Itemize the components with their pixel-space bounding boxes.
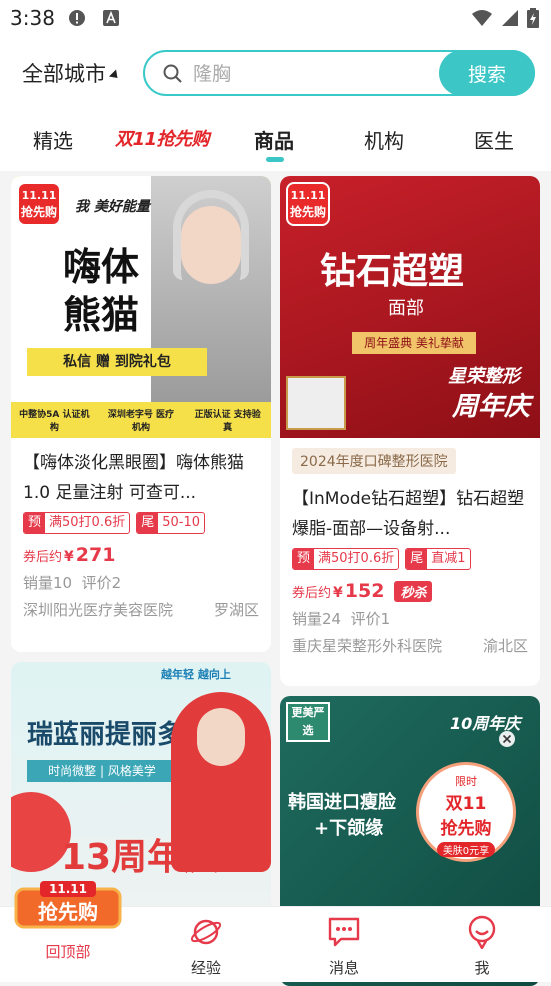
wifi-icon <box>472 10 492 26</box>
tab-institutions[interactable]: 机构 <box>364 125 404 154</box>
nav-back-to-top[interactable]: 回顶部 <box>28 937 108 962</box>
signal-icon <box>502 10 518 26</box>
active-tab-indicator <box>266 157 284 162</box>
selection-badge: 更美严选 <box>286 702 330 742</box>
caret-down-icon <box>108 68 122 82</box>
city-selector[interactable]: 全部城市 <box>22 58 122 88</box>
certificate-image <box>286 376 346 430</box>
tab-products[interactable]: 商品 <box>254 125 294 154</box>
banner-title: 钻石超塑 <box>320 251 465 292</box>
banner-strip: 私信 赠 到院礼包 <box>27 348 207 376</box>
search-header: 全部城市 搜索 <box>0 36 551 111</box>
promo-date: 11.11 <box>49 882 87 896</box>
search-icon <box>163 64 182 83</box>
price: 券后约 ¥152 秒杀 <box>280 570 540 602</box>
product-card[interactable]: 11.11 抢先购 钻石超塑 面部 周年盛典 美礼挚献 星荣整形 周年庆 2024… <box>280 176 540 686</box>
battery-icon <box>527 8 539 28</box>
close-icon[interactable] <box>498 730 516 748</box>
hospital-award-tag: 2024年度口碑整形医院 <box>292 448 456 474</box>
banner-brand: 星荣整形 <box>448 366 520 387</box>
seckill-badge: 秒杀 <box>394 581 433 602</box>
certification-strip: 中整协5A 认证机构 深圳老字号 医疗机构 正版认证 支持验真 <box>11 402 271 438</box>
search-input[interactable] <box>191 58 435 90</box>
banner-title-1: 嗨体 <box>63 245 140 289</box>
product-title: 【嗨体淡化黑眼圈】嗨体熊猫1.0 足量注射 可查可... <box>23 453 244 503</box>
city-label: 全部城市 <box>22 62 106 86</box>
nav-messages[interactable]: 消息 <box>304 915 384 978</box>
nav-profile[interactable]: 我 <box>442 915 522 978</box>
hospital-info: 重庆星荣整形外科医院 渝北区 <box>292 637 528 655</box>
planet-icon <box>190 919 222 945</box>
status-time: 3:38 <box>10 6 55 30</box>
category-tabs: 精选 双11抢先购 商品 机构 医生 <box>0 111 551 171</box>
status-right-icons <box>471 8 539 28</box>
banner-title: 韩国进口瘦脸 <box>288 792 396 813</box>
banner-slogan: 我 美好能量 <box>75 199 150 215</box>
sales-reviews: 销量10 评价2 <box>23 574 122 592</box>
banner-title-2: 熊猫 <box>63 293 140 337</box>
user-icon <box>468 915 496 951</box>
final-payment-tag: 尾 50-10 <box>136 512 206 534</box>
banner-slogan: 越年轻 越向上 <box>161 668 231 681</box>
product-title: 【InMode钻石超塑】钻石超塑爆脂-面部—设备射... <box>292 489 525 539</box>
search-box[interactable]: 搜索 <box>143 50 535 96</box>
search-button[interactable]: 搜索 <box>439 50 535 96</box>
final-payment-tag: 尾直减1 <box>405 548 471 570</box>
banner-subtitle: 面部 <box>388 298 424 319</box>
banner-strip: 周年盛典 美礼挚献 <box>352 332 476 354</box>
promo-circle[interactable]: 限时 双11 抢先购 美肤0元享 <box>416 762 516 862</box>
tab-double11[interactable]: 双11抢先购 <box>115 125 210 151</box>
promo-label: 抢先购 <box>38 900 98 924</box>
presale-tag: 预满50打0.6折 <box>292 548 400 570</box>
hospital-info: 深圳阳光医疗美容医院 罗湖区 <box>23 601 259 619</box>
price: 券后约 ¥271 <box>23 544 116 566</box>
nav-experience[interactable]: 经验 <box>166 915 246 978</box>
bottom-nav: 11.11 抢先购 回顶部 经验 消息 我 <box>0 881 551 982</box>
banner-anniversary: 13周年庆 <box>61 837 220 878</box>
tab-featured[interactable]: 精选 <box>33 125 73 154</box>
sales-reviews: 销量24 评价1 <box>292 610 391 628</box>
product-image: 11.11 抢先购 我 美好能量 嗨体 熊猫 私信 赠 到院礼包 中整协5A 认证… <box>11 176 271 438</box>
banner-title: 瑞蓝丽提丽多 <box>27 720 184 750</box>
banner-strip: 时尚微整 | 风格美学 <box>27 760 177 782</box>
product-image: 11.11 抢先购 钻石超塑 面部 周年盛典 美礼挚献 星荣整形 周年庆 <box>280 176 540 438</box>
product-card[interactable]: 11.11 抢先购 我 美好能量 嗨体 熊猫 私信 赠 到院礼包 中整协5A 认证… <box>11 176 271 652</box>
tab-doctors[interactable]: 医生 <box>474 125 514 154</box>
double11-badge: 11.11 抢先购 <box>286 182 330 226</box>
chat-bubble-icon <box>328 917 360 947</box>
text-notification-icon <box>103 10 119 26</box>
banner-subtitle: +下颌缘 <box>314 818 384 839</box>
double11-badge: 11.11 抢先购 <box>17 182 61 226</box>
alert-icon <box>69 10 85 26</box>
presale-tag: 预满50打0.6折 <box>23 512 131 534</box>
status-bar: 3:38 <box>0 0 551 36</box>
banner-anniversary: 周年庆 <box>452 392 531 422</box>
